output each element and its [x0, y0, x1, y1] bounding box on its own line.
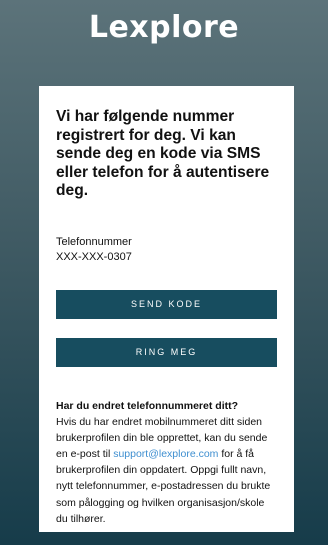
lexplore-logo: Lexplore [88, 10, 240, 45]
page-heading: Vi har følgende nummer registrert for de… [56, 108, 270, 199]
authentication-card: Vi har følgende nummer registrert for de… [39, 86, 294, 532]
changed-number-title: Har du endret telefonnummeret ditt? [56, 399, 239, 412]
phone-label: Telefonnummer [56, 235, 132, 248]
call-me-button[interactable]: RING MEG [56, 337, 277, 367]
send-code-button[interactable]: SEND KODE [56, 289, 277, 319]
support-email-link[interactable]: support@lexplore.com [113, 448, 218, 460]
changed-number-text: Hvis du har endret mobilnummeret ditt si… [56, 414, 277, 527]
phone-number-value: XXX-XXX-0307 [56, 250, 132, 263]
